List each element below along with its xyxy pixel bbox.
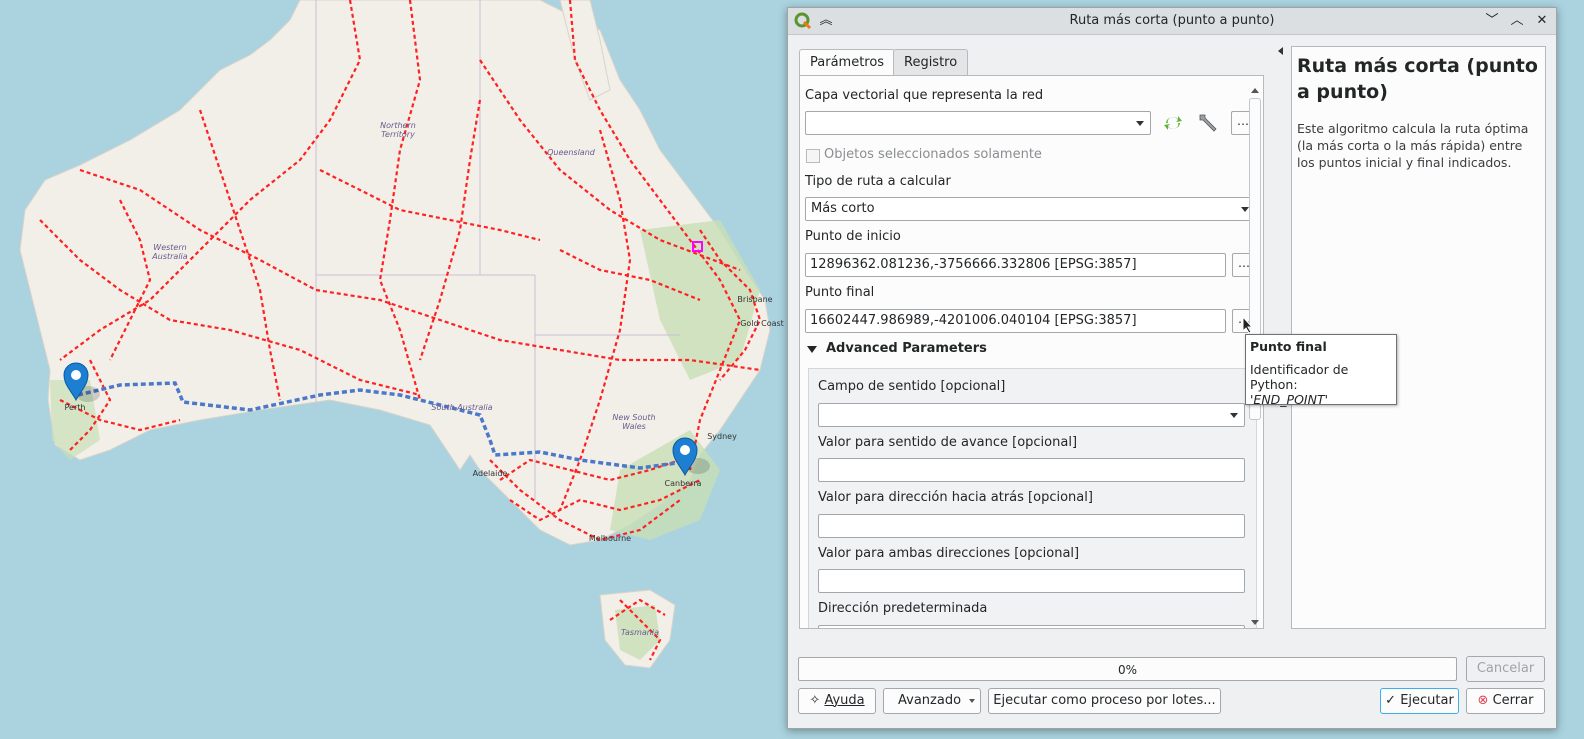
scroll-down-icon[interactable] — [1251, 620, 1259, 625]
collapse-arrow-icon[interactable] — [807, 346, 817, 353]
dialog-title: Ruta más corta (punto a punto) — [1069, 13, 1275, 28]
label-northern-territory: Northern — [380, 121, 416, 130]
label-nsw-2: Wales — [622, 422, 646, 431]
route-type-combo[interactable]: Más corto — [805, 197, 1256, 221]
chevron-down-icon — [969, 699, 975, 703]
both-value-label: Valor para ambas direcciones [opcional] — [818, 546, 1080, 561]
advanced-parameters-group: Campo de sentido [opcional] Valor para s… — [808, 368, 1257, 628]
cancel-button[interactable]: Cancelar — [1466, 656, 1545, 682]
forward-value-label: Valor para sentido de avance [opcional] — [818, 435, 1078, 450]
label-nsw: New South — [612, 413, 655, 422]
label-perth: Perth — [65, 403, 86, 412]
iterate-icon[interactable] — [1162, 113, 1184, 133]
run-button[interactable]: ✓ Ejecutar — [1380, 688, 1459, 714]
label-queensland: Queensland — [547, 148, 596, 157]
end-point-input[interactable]: 16602447.986989,-4201006.040104 [EPSG:38… — [805, 309, 1226, 333]
label-adelaide: Adelaide — [473, 469, 508, 478]
batch-process-button[interactable]: Ejecutar como proceso por lotes... — [988, 688, 1221, 714]
label-canberra: Canberra — [665, 479, 702, 488]
advanced-parameters-header[interactable]: Advanced Parameters — [826, 341, 987, 356]
mouse-cursor-icon — [1242, 316, 1254, 334]
label-melbourne: Melbourne — [589, 534, 631, 543]
maximize-icon[interactable]: ︿ — [1507, 11, 1527, 31]
label-tasmania: Tasmania — [621, 628, 659, 637]
both-value-input[interactable] — [818, 569, 1245, 593]
minimize-icon[interactable]: ﹀ — [1482, 11, 1502, 31]
progress-bar: 0% — [798, 657, 1457, 681]
tooltip-id: 'END_POINT' — [1250, 392, 1329, 407]
start-point-label: Punto de inicio — [805, 229, 901, 244]
help-icon: ✧ — [809, 693, 821, 708]
tooltip-title: Punto final — [1250, 339, 1327, 354]
label-south-australia: South Australia — [431, 403, 492, 412]
label-northern-territory-2: Territory — [381, 130, 415, 139]
title-bar[interactable]: ︽ Ruta más corta (punto a punto) ﹀ ︿ ✕ — [788, 8, 1556, 35]
tooltip-body: Identificador de Python: — [1250, 362, 1349, 392]
selected-only-label: Objetos seleccionados solamente — [824, 147, 1042, 162]
label-western-australia-2: Australia — [151, 252, 187, 261]
end-point-tooltip: Punto final Identificador de Python: 'EN… — [1245, 334, 1397, 407]
tab-parameters[interactable]: Parámetros — [799, 49, 896, 77]
advanced-button[interactable]: Avanzado — [883, 688, 981, 714]
backward-value-label: Valor para dirección hacia atrás [opcion… — [818, 490, 1093, 505]
label-brisbane: Brisbane — [737, 295, 772, 304]
close-button[interactable]: ⊗ Cerrar — [1466, 688, 1545, 714]
label-gold-coast: Gold Coast — [740, 319, 784, 328]
help-button[interactable]: ✧ Ayuda — [798, 688, 876, 714]
selected-only-checkbox[interactable] — [806, 149, 820, 163]
label-sydney: Sydney — [707, 432, 737, 441]
direction-field-label: Campo de sentido [opcional] — [818, 379, 1006, 394]
network-label: Capa vectorial que representa la red — [805, 88, 1044, 103]
tab-log[interactable]: Registro — [893, 49, 969, 76]
label-western-australia: Western — [153, 243, 186, 252]
collapse-help-icon[interactable] — [1278, 47, 1283, 55]
parameters-panel: Capa vectorial que representa la red … O… — [799, 75, 1264, 629]
wrench-icon[interactable] — [1196, 111, 1220, 135]
default-direction-label: Dirección predeterminada — [818, 601, 988, 616]
close-icon: ⊗ — [1477, 693, 1489, 708]
scroll-up-icon[interactable] — [1251, 88, 1259, 93]
close-window-icon[interactable]: ✕ — [1532, 11, 1552, 31]
start-point-input[interactable]: 12896362.081236,-3756666.332806 [EPSG:38… — [805, 253, 1226, 277]
backward-value-input[interactable] — [818, 514, 1245, 538]
route-type-label: Tipo de ruta a calcular — [805, 174, 951, 189]
end-point-label: Punto final — [805, 285, 875, 300]
help-title: Ruta más corta (punto a punto) — [1297, 55, 1538, 103]
help-text: Este algoritmo calcula la ruta óptima (l… — [1297, 121, 1529, 170]
default-direction-combo[interactable] — [818, 625, 1245, 628]
check-icon: ✓ — [1385, 693, 1397, 708]
network-layer-combo[interactable] — [805, 111, 1151, 135]
direction-field-combo[interactable] — [818, 403, 1245, 427]
forward-value-input[interactable] — [818, 458, 1245, 482]
shortest-path-dialog: ︽ Ruta más corta (punto a punto) ﹀ ︿ ✕ P… — [787, 7, 1557, 729]
